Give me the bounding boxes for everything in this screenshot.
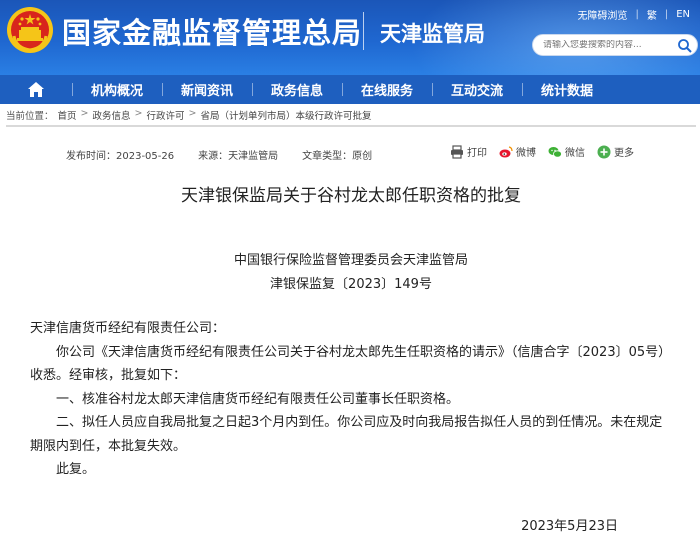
search-box: [532, 34, 698, 56]
breadcrumb-prefix: 当前位置：: [6, 111, 54, 122]
nav-item-statistics[interactable]: 统计数据: [522, 75, 612, 104]
print-button[interactable]: 打印: [450, 144, 487, 159]
breadcrumb-gov-info[interactable]: 政务信息: [93, 108, 131, 122]
accessible-browse-link[interactable]: 无障碍浏览: [577, 7, 627, 22]
printer-icon: [451, 144, 463, 159]
nav-item-gov-info[interactable]: 政务信息: [252, 75, 342, 104]
util-separator: |: [664, 9, 669, 20]
article-meta: 发布时间：2023-05-26 来源：天津监管局 文章类型：原创: [66, 147, 372, 162]
search-input[interactable]: [543, 40, 663, 50]
share-toolbar: 打印 微博 微信 更多: [450, 144, 634, 159]
breadcrumb-separator: >: [80, 108, 89, 119]
closing-line: 此复。: [56, 462, 96, 477]
sub-title[interactable]: 天津监管局: [380, 18, 485, 48]
breadcrumb-separator: >: [134, 108, 143, 119]
article-source: 来源：天津监管局: [198, 151, 279, 162]
print-label: 打印: [467, 148, 487, 159]
nav-item-interaction[interactable]: 互动交流: [432, 75, 522, 104]
document-number: 津银保监复〔2023〕149号: [270, 277, 432, 292]
article-card: 发布时间：2023-05-26 来源：天津监管局 文章类型：原创 打印 微博 微…: [6, 125, 696, 540]
english-link[interactable]: EN: [676, 9, 690, 20]
addressee: 天津信唐货币经纪有限责任公司：: [30, 321, 226, 336]
wechat-icon: [548, 146, 562, 158]
wechat-label: 微信: [565, 148, 585, 159]
publish-time: 发布时间：2023-05-26: [66, 151, 175, 162]
utility-links: 无障碍浏览 | 繁 | EN: [577, 7, 690, 22]
national-emblem-icon[interactable]: [6, 6, 54, 54]
traditional-chinese-link[interactable]: 繁: [647, 7, 657, 22]
nav-item-institution[interactable]: 机构概况: [72, 75, 162, 104]
weibo-icon: [499, 145, 513, 157]
site-title[interactable]: 国家金融监督管理总局: [62, 10, 362, 52]
article-body: 天津信唐货币经纪有限责任公司： 你公司《天津信唐货币经纪有限责任公司关于谷村龙太…: [30, 317, 672, 538]
share-more-button[interactable]: 更多: [597, 144, 634, 159]
body-paragraph: 你公司《天津信唐货币经纪有限责任公司关于谷村龙太郎先生任职资格的请示》（信唐合字…: [30, 344, 672, 384]
more-label: 更多: [614, 148, 634, 159]
breadcrumb: 当前位置： 首页 > 政务信息 > 行政许可 > 省局（计划单列市局）本级行政许…: [6, 108, 371, 122]
header-divider: [363, 12, 364, 50]
share-weibo-button[interactable]: 微博: [499, 144, 536, 159]
breadcrumb-home[interactable]: 首页: [58, 108, 77, 122]
site-header: 国家金融监督管理总局 天津监管局 无障碍浏览 | 繁 | EN: [0, 0, 700, 75]
plus-icon: [597, 145, 611, 158]
main-nav: 机构概况 新闻资讯 政务信息 在线服务 互动交流 统计数据: [0, 75, 700, 104]
breadcrumb-separator: >: [188, 108, 197, 119]
nav-home[interactable]: [0, 75, 72, 104]
weibo-label: 微博: [516, 148, 536, 159]
nav-item-online-service[interactable]: 在线服务: [342, 75, 432, 104]
document-issuer: 中国银行保险监督管理委员会天津监管局: [233, 253, 468, 268]
body-paragraph: 二、拟任人员应自我局批复之日起3个月内到任。你公司应及时向我局报告拟任人员的到任…: [30, 415, 663, 454]
search-icon[interactable]: [677, 38, 693, 54]
breadcrumb-admin-license[interactable]: 行政许可: [146, 108, 184, 122]
home-icon: [28, 82, 44, 97]
util-separator: |: [635, 9, 639, 20]
breadcrumb-provincial-approval[interactable]: 省局（计划单列市局）本级行政许可批复: [200, 108, 371, 122]
body-paragraph: 一、核准谷村龙太郎天津信唐货币经纪有限责任公司董事长任职资格。: [56, 391, 460, 407]
article-type: 文章类型：原创: [302, 151, 373, 162]
share-wechat-button[interactable]: 微信: [548, 144, 585, 159]
nav-item-news[interactable]: 新闻资讯: [162, 75, 252, 104]
document-date: 2023年5月23日: [521, 518, 618, 534]
article-title: 天津银保监局关于谷村龙太郎任职资格的批复: [181, 186, 521, 206]
